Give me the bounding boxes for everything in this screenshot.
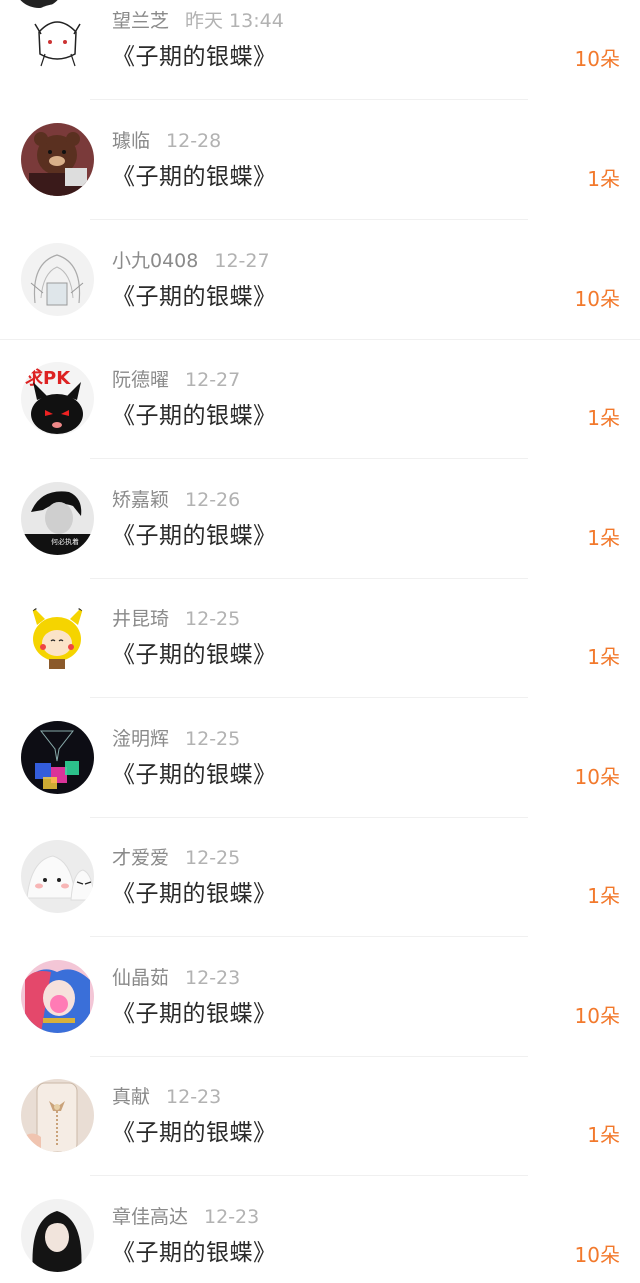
list-item[interactable]: 真献 12-23 《子期的银蝶》 1朵	[0, 1056, 640, 1176]
book-title[interactable]: 《子期的银蝶》	[112, 879, 277, 909]
sender-name[interactable]: 小九0408	[112, 250, 198, 272]
list-item[interactable]: 章佳高达 12-23 《子期的银蝶》 10朵	[0, 1176, 640, 1283]
avatar[interactable]	[21, 242, 94, 316]
book-title[interactable]: 《子期的银蝶》	[112, 1238, 277, 1268]
send-time: 12-27	[214, 249, 270, 272]
list-item[interactable]: 淦明辉 12-25 《子期的银蝶》 10朵	[0, 698, 640, 818]
send-time: 12-23	[204, 1205, 260, 1228]
sender-name[interactable]: 井昆琦	[112, 608, 169, 630]
send-time: 12-25	[185, 608, 241, 630]
sender-meta: 井昆琦 12-25	[112, 606, 240, 632]
book-title[interactable]: 《子期的银蝶》	[112, 282, 277, 312]
book-title[interactable]: 《子期的银蝶》	[112, 640, 277, 670]
svg-text:何必执着: 何必执着	[51, 537, 79, 546]
avatar[interactable]	[21, 840, 94, 913]
book-title[interactable]: 《子期的银蝶》	[112, 1118, 277, 1148]
book-title[interactable]: 《子期的银蝶》	[112, 401, 277, 431]
sender-meta: 阮德曜 12-27	[112, 367, 240, 393]
avatar[interactable]	[21, 4, 94, 77]
list-item[interactable]: 何必执着 矫嘉颖 12-26 《子期的银蝶》 1朵	[0, 459, 640, 579]
gift-amount: 10朵	[574, 47, 620, 71]
book-title[interactable]: 《子期的银蝶》	[112, 760, 277, 790]
send-time: 12-26	[185, 488, 241, 511]
list-item[interactable]: 璩临 12-28 《子期的银蝶》 1朵	[0, 100, 640, 220]
svg-text:求PK: 求PK	[25, 367, 71, 389]
list-item[interactable]: 小九0408 12-27 《子期的银蝶》 10朵	[0, 220, 640, 340]
gift-amount: 1朵	[587, 1123, 620, 1147]
sender-meta: 小九0408 12-27	[112, 248, 270, 274]
gift-amount: 10朵	[574, 286, 620, 311]
book-title[interactable]: 《子期的银蝶》	[112, 42, 277, 72]
sender-meta: 望兰芝 昨天 13:44	[112, 8, 284, 34]
sender-meta: 仙晶茹 12-23	[112, 965, 240, 991]
sender-name[interactable]: 仙晶茹	[112, 967, 169, 989]
sender-meta: 真献 12-23	[112, 1084, 221, 1110]
send-time: 12-23	[166, 1086, 222, 1108]
avatar[interactable]	[21, 601, 94, 674]
sender-meta: 璩临 12-28	[112, 128, 221, 154]
sender-name[interactable]: 真献	[112, 1086, 150, 1108]
sender-meta: 才爱爱 12-25	[112, 845, 240, 871]
avatar[interactable]	[21, 1079, 94, 1152]
send-time: 昨天 13:44	[185, 10, 284, 32]
avatar[interactable]	[21, 1198, 94, 1272]
gift-amount: 1朵	[587, 525, 620, 550]
avatar[interactable]	[21, 123, 94, 196]
gift-amount: 1朵	[587, 167, 620, 191]
book-title[interactable]: 《子期的银蝶》	[112, 999, 277, 1029]
list-item[interactable]: 才爱爱 12-25 《子期的银蝶》 1朵	[0, 817, 640, 937]
sender-name[interactable]: 章佳高达	[112, 1206, 188, 1228]
gift-amount: 10朵	[574, 1003, 620, 1028]
sender-name[interactable]: 璩临	[112, 130, 150, 152]
book-title[interactable]: 《子期的银蝶》	[112, 521, 277, 551]
gift-amount: 10朵	[574, 764, 620, 789]
avatar[interactable]: 求PK	[21, 362, 94, 435]
list-item[interactable]: 仙晶茹 12-23 《子期的银蝶》 10朵	[0, 937, 640, 1057]
sender-meta: 矫嘉颖 12-26	[112, 487, 240, 513]
send-time: 12-23	[185, 966, 241, 989]
sender-name[interactable]: 望兰芝	[112, 10, 169, 32]
sender-meta: 章佳高达 12-23	[112, 1204, 259, 1230]
send-time: 12-28	[166, 130, 222, 152]
sender-name[interactable]: 阮德曜	[112, 369, 169, 391]
gift-amount: 10朵	[574, 1242, 620, 1267]
gift-amount: 1朵	[587, 645, 620, 669]
list-item[interactable]: 求PK 阮德曜 12-27 《子期的银蝶》 1朵	[0, 339, 640, 459]
avatar[interactable]	[21, 959, 94, 1033]
avatar[interactable]	[21, 720, 94, 794]
book-title[interactable]: 《子期的银蝶》	[112, 162, 277, 192]
send-time: 12-27	[185, 369, 241, 391]
send-time: 12-25	[185, 727, 241, 750]
sender-name[interactable]: 才爱爱	[112, 847, 169, 869]
gift-amount: 1朵	[587, 884, 620, 908]
sender-meta: 淦明辉 12-25	[112, 726, 240, 752]
sender-name[interactable]: 淦明辉	[112, 728, 169, 750]
list-item[interactable]: 井昆琦 12-25 《子期的银蝶》 1朵	[0, 578, 640, 698]
gift-amount: 1朵	[587, 406, 620, 430]
send-time: 12-25	[185, 847, 241, 869]
sender-name[interactable]: 矫嘉颖	[112, 489, 169, 511]
avatar[interactable]: 何必执着	[21, 481, 94, 555]
